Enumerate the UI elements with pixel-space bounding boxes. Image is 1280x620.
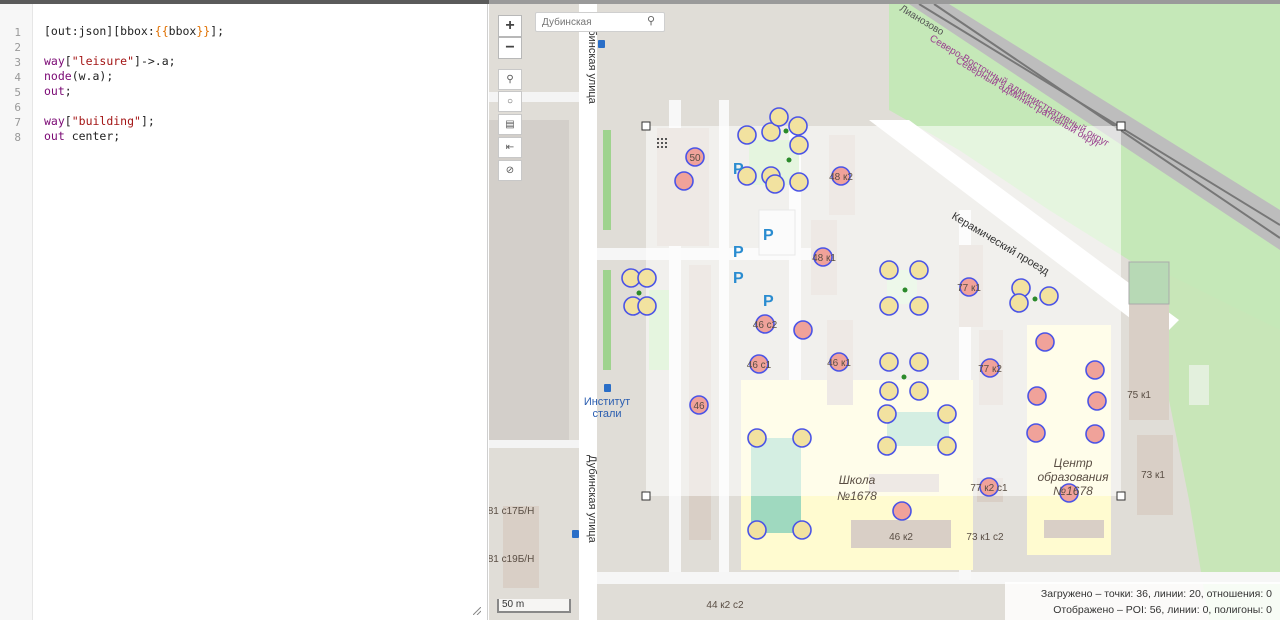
- top-bar-editor-segment: [0, 0, 489, 4]
- scale-bar: 50 m: [497, 599, 571, 613]
- line-number: 3: [14, 56, 21, 69]
- line-number: 5: [14, 86, 21, 99]
- svg-text:81 с19Б/Н: 81 с19Б/Н: [489, 554, 534, 565]
- map-search-input[interactable]: [535, 12, 665, 32]
- svg-text:73 к1 с2: 73 к1 с2: [966, 532, 1004, 543]
- svg-text:48 к2: 48 к2: [829, 172, 853, 183]
- pharmacy-grid-icon: [657, 138, 667, 148]
- locate-button[interactable]: ○: [498, 91, 522, 112]
- svg-text:Институт: Институт: [584, 396, 630, 408]
- line-number-gutter: 1 2 3 4 5 6 7 8: [0, 0, 33, 620]
- status-panel: Загружено – точки: 36, линии: 20, отноше…: [1005, 582, 1280, 620]
- svg-text:75 к1: 75 к1: [1127, 390, 1151, 401]
- svg-text:46 к1: 46 к1: [827, 358, 851, 369]
- status-displayed: Отображено – POI: 56, линии: 0, полигоны…: [1053, 604, 1272, 616]
- svg-text:P: P: [733, 244, 744, 261]
- svg-text:73 к1: 73 к1: [1141, 470, 1165, 481]
- magnifier-icon: ⚲: [506, 74, 514, 85]
- block-icon: ⊘: [505, 165, 515, 176]
- line-number: 8: [14, 131, 21, 144]
- resize-handle-icon[interactable]: [473, 607, 481, 615]
- code-line: out;: [44, 84, 72, 98]
- image-icon: ▤: [505, 119, 515, 130]
- svg-text:48 к1: 48 к1: [812, 253, 836, 264]
- svg-text:46 к2: 46 к2: [889, 532, 913, 543]
- svg-text:77 к1: 77 к1: [957, 283, 981, 294]
- code-line: [out:json][bbox:{{bbox}}];: [44, 24, 225, 38]
- circle-icon: ○: [506, 96, 514, 107]
- svg-text:46 с2: 46 с2: [753, 320, 778, 331]
- zoom-in-button[interactable]: +: [498, 15, 522, 37]
- svg-text:№1678: №1678: [837, 489, 877, 503]
- code-line: out center;: [44, 129, 121, 143]
- svg-text:77 к2 с1: 77 к2 с1: [970, 483, 1008, 494]
- top-bar: [0, 0, 1280, 4]
- svg-text:Центр: Центр: [1054, 456, 1093, 470]
- image-export-button[interactable]: ▤: [498, 114, 522, 135]
- svg-text:46 с1: 46 с1: [747, 360, 772, 371]
- svg-text:стали: стали: [592, 408, 621, 420]
- svg-text:50: 50: [689, 153, 701, 164]
- line-number: 6: [14, 101, 21, 114]
- zoom-out-button[interactable]: −: [498, 37, 522, 59]
- query-editor[interactable]: 1 2 3 4 5 6 7 8 [out:json][bbox:{{bbox}}…: [0, 0, 488, 620]
- svg-text:Школа: Школа: [839, 473, 876, 487]
- svg-text:P: P: [733, 270, 744, 287]
- map-canvas[interactable]: P P P P P 50 48 к2 48 к1 46 с2 46 с1 46 …: [489, 0, 1280, 620]
- app-root: 1 2 3 4 5 6 7 8 [out:json][bbox:{{bbox}}…: [0, 0, 1280, 620]
- status-loaded: Загружено – точки: 36, линии: 20, отноше…: [1040, 588, 1272, 600]
- fit-bounds-button[interactable]: ⇤: [498, 137, 522, 158]
- code-text[interactable]: [out:json][bbox:{{bbox}}]; way["leisure"…: [44, 24, 224, 144]
- svg-text:46: 46: [693, 401, 705, 412]
- code-line: node(w.a);: [44, 69, 114, 83]
- map-view[interactable]: P P P P P 50 48 к2 48 к1 46 с2 46 с1 46 …: [489, 0, 1280, 620]
- zoom-to-data-button[interactable]: ⚲: [498, 69, 522, 90]
- arrow-bar-left-icon: ⇤: [505, 142, 515, 153]
- line-number: 7: [14, 116, 21, 129]
- svg-text:81 с17Б/Н: 81 с17Б/Н: [489, 506, 534, 517]
- svg-text:образования: образования: [1038, 470, 1110, 484]
- svg-text:44 к2 с2: 44 к2 с2: [706, 600, 744, 611]
- svg-text:P: P: [733, 161, 744, 178]
- line-number: 2: [14, 41, 21, 54]
- line-number: 1: [14, 26, 21, 39]
- svg-text:77 к2: 77 к2: [978, 364, 1002, 375]
- svg-text:№1678: №1678: [1053, 484, 1093, 498]
- svg-text:P: P: [763, 227, 774, 244]
- line-number: 4: [14, 71, 21, 84]
- street-label-dubininskaya-bottom: Дубинская улица: [586, 455, 598, 544]
- search-icon[interactable]: ⚲: [647, 14, 663, 30]
- svg-text:P: P: [763, 293, 774, 310]
- clear-data-button[interactable]: ⊘: [498, 160, 522, 181]
- code-line: way["building"];: [44, 114, 155, 128]
- code-line: way["leisure"]->.a;: [44, 54, 176, 68]
